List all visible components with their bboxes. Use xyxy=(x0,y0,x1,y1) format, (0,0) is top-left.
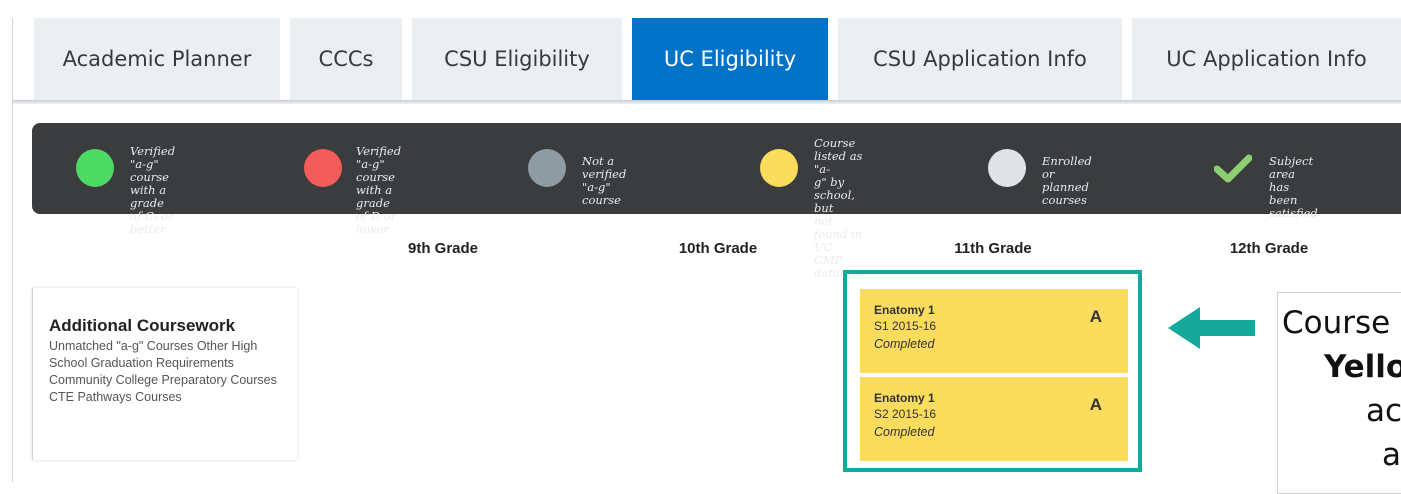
additional-coursework-description: Unmatched "a-g" Courses Other High Schoo… xyxy=(49,339,277,404)
green-circle-icon xyxy=(76,149,114,187)
callout-line: ac xyxy=(1366,393,1401,429)
grade-header-9th: 9th Grade xyxy=(407,240,479,257)
legend-label: Verified "a-g" course with a grade of D or… xyxy=(356,144,402,236)
grade-header-10th: 10th Grade xyxy=(678,240,758,257)
additional-coursework-title: Additional Coursework xyxy=(49,316,236,335)
red-circle-icon xyxy=(304,149,342,187)
legend-label: Verified "a-g" course with a grade of C- o… xyxy=(130,144,176,236)
tab-bar-shadow xyxy=(12,100,1401,104)
tab-bar: Academic Planner CCCs CSU Eligibility UC… xyxy=(0,0,1401,104)
yellow-circle-icon xyxy=(760,149,798,187)
callout-line: Course xyxy=(1282,305,1391,341)
course-card[interactable]: Enatomy 1 S2 2015-16 Completed A xyxy=(860,377,1128,461)
callout-box: Course Yello ac a xyxy=(1277,292,1401,494)
legend-bar: Verified "a-g" course with a grade of C- o… xyxy=(32,123,1401,280)
grade-header-11th: 11th Grade xyxy=(954,240,1032,257)
callout-line: Yello xyxy=(1324,349,1401,385)
course-grade: A xyxy=(1089,307,1102,326)
course-name: Enatomy 1 xyxy=(874,303,935,317)
legend-label: Not a verified "a-g" course xyxy=(582,154,627,207)
legend-label: Subject area has been satisfied xyxy=(1269,154,1318,220)
course-card[interactable]: Enatomy 1 S1 2015-16 Completed A xyxy=(860,289,1128,373)
tab-cccs[interactable]: CCCs xyxy=(290,18,402,100)
additional-coursework-card[interactable]: Additional Coursework Unmatched "a-g" Co… xyxy=(32,288,297,460)
grade-header-12th: 12th Grade xyxy=(1229,240,1309,257)
callout-line: a xyxy=(1382,437,1401,473)
course-term: S2 2015-16 xyxy=(874,407,937,421)
gray-circle-icon xyxy=(528,149,566,187)
page-left-border xyxy=(12,18,13,482)
course-name: Enatomy 1 xyxy=(874,391,935,405)
tab-uc-application-info[interactable]: UC Application Info xyxy=(1132,18,1401,100)
course-term: S1 2015-16 xyxy=(874,319,937,333)
tab-csu-eligibility[interactable]: CSU Eligibility xyxy=(412,18,622,100)
tab-academic-planner[interactable]: Academic Planner xyxy=(34,18,280,100)
legend-label: Enrolled or planned courses xyxy=(1042,154,1092,207)
legend-label: Course listed as "a-g" by school, but not… xyxy=(814,136,867,280)
light-gray-circle-icon xyxy=(988,149,1026,187)
checkmark-icon xyxy=(1214,154,1252,183)
tab-uc-eligibility[interactable]: UC Eligibility xyxy=(632,18,828,100)
tab-csu-application-info[interactable]: CSU Application Info xyxy=(838,18,1122,100)
course-grade: A xyxy=(1089,395,1102,414)
arrow-left-icon xyxy=(1168,307,1255,349)
course-status: Completed xyxy=(874,425,935,439)
course-status: Completed xyxy=(874,337,935,351)
